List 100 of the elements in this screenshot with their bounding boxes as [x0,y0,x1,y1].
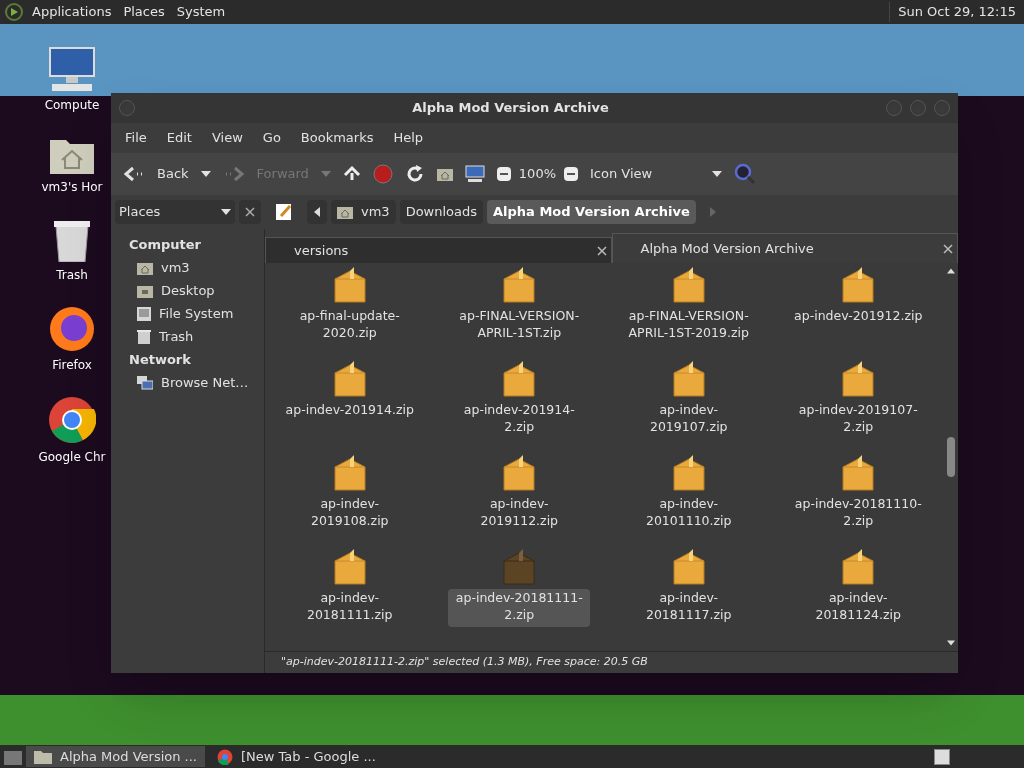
menu-item[interactable]: File [115,128,157,148]
browser-logo-icon [49,306,95,352]
breadcrumb-left-button[interactable] [307,200,327,224]
tab[interactable]: versions [265,237,612,263]
file-name[interactable]: ap-FINAL-VERSION-APRIL-1ST-2019.zip [617,307,760,341]
file-name[interactable]: ap-indev-20181124.zip [787,589,930,623]
workspace-switcher[interactable] [934,748,950,765]
sidebar-selector[interactable]: Places [115,200,235,224]
panel-menu[interactable]: Places [123,2,165,22]
file-name[interactable]: ap-indev-20101110.zip [617,495,760,529]
panel-menu[interactable]: System [176,2,226,22]
file-name[interactable]: ap-indev-2019108.zip [278,495,421,529]
menu-item[interactable]: View [201,128,253,148]
panel-menu[interactable]: Applications [32,2,112,22]
scrollbar-thumb[interactable] [946,437,955,477]
show-desktop-icon[interactable] [4,748,22,765]
window-title: Alpha Mod Version Archive [411,99,610,118]
app-menu-logo-icon[interactable] [4,2,24,22]
back-arrow-icon [123,166,145,182]
up-arrow-icon[interactable] [342,165,361,183]
status-bar: "ap-indev-20181111-2.zip" selected (1.3 MB), Free space: 20.5 GB [265,651,958,673]
close-icon [245,207,255,217]
package-icon [670,267,707,305]
sidebar-item[interactable]: File System [129,302,264,325]
zoom-in-button[interactable] [564,167,578,181]
desktop-icon-label[interactable]: Google Chr [38,448,106,466]
taskbar-item[interactable]: [New Tab - Google ... [209,746,384,767]
network-icon [137,375,153,390]
back-button[interactable]: Back [123,164,211,184]
clock[interactable]: Sun Oct 29, 12:15 [889,2,1016,22]
home-folder-icon [337,205,353,219]
menu-item[interactable]: Edit [156,128,202,148]
package-icon [501,361,538,399]
close-button[interactable] [239,200,261,224]
package-icon [840,549,877,587]
scroll-up-arrow-icon[interactable] [946,267,955,275]
folder-icon [137,283,153,298]
sidebar-item[interactable]: Desktop [129,279,264,302]
sidebar-heading: Network [129,350,192,369]
desktop-icon-label[interactable]: Firefox [52,356,92,374]
caret-icon[interactable] [200,169,211,179]
search-icon[interactable] [734,163,757,185]
taskbar-item[interactable]: Alpha Mod Version ... [26,746,205,767]
package-icon [331,361,368,399]
file-name[interactable]: ap-indev-201912.zip [787,307,930,324]
file-name[interactable]: ap-indev-20181111.zip [278,589,421,623]
package-icon [501,549,538,587]
sidebar-item[interactable]: vm3 [129,256,264,279]
caret-icon[interactable] [221,207,231,217]
zoom-level: 100% [517,165,557,184]
file-name[interactable]: ap-indev-201914-2.zip [448,401,591,435]
desktop-icon-label[interactable]: Trash [56,266,88,284]
file-name[interactable]: ap-indev-2019107.zip [617,401,760,435]
file-name[interactable]: ap-FINAL-VERSION-APRIL-1ST.zip [448,307,591,341]
close-icon[interactable] [943,243,953,254]
file-name[interactable]: ap-indev-2019112.zip [448,495,591,529]
package-icon [331,549,368,587]
breadcrumb-button[interactable]: vm3 [331,200,396,224]
file-name[interactable]: ap-indev-20181110-2.zip [787,495,930,529]
browser-logo-icon [217,748,233,765]
scroll-down-arrow-icon[interactable] [946,639,955,647]
package-icon [840,361,877,399]
file-name[interactable]: ap-final-update-2020.zip [278,307,421,341]
sidebar-item[interactable]: Browse Net… [129,371,264,394]
view-selector[interactable]: Icon View [590,164,723,184]
package-icon [331,267,368,305]
package-icon [501,267,538,305]
package-icon [670,361,707,399]
file-name[interactable]: ap-indev-20181117.zip [617,589,760,623]
file-name[interactable]: ap-indev-201914.zip [278,401,421,418]
package-icon [670,455,707,493]
file-name[interactable]: ap-indev-20181111-2.zip [448,589,591,627]
package-icon [840,267,877,305]
computer-icon [48,46,96,92]
sidebar-item[interactable]: Trash [129,325,264,348]
drive-icon [137,306,151,321]
home-folder-icon [137,260,153,275]
reload-icon[interactable] [404,164,425,184]
file-name[interactable]: ap-indev-2019107-2.zip [787,401,930,435]
desktop-icon-label[interactable]: vm3's Hor [41,178,103,196]
desktop-icon-label[interactable]: Compute [44,96,100,114]
menu-item[interactable]: Help [383,128,434,148]
left-arrow-icon [312,207,322,217]
close-icon[interactable] [596,245,607,256]
caret-icon[interactable] [712,169,723,179]
home-folder-icon [436,167,453,181]
menu-item[interactable]: Bookmarks [290,128,384,148]
sidebar-heading: Computer [129,235,203,254]
package-icon [840,455,877,493]
menu-item[interactable]: Go [252,128,291,148]
zoom-out-button[interactable] [496,167,511,181]
folder-icon [34,749,52,764]
package-icon [670,549,707,587]
package-icon [331,455,368,493]
computer-icon[interactable] [464,165,485,183]
trash-icon [52,218,92,262]
breadcrumb-button[interactable]: Downloads [399,200,484,224]
package-icon [501,455,538,493]
breadcrumb-button[interactable]: Alpha Mod Version Archive [487,200,696,224]
tab[interactable]: Alpha Mod Version Archive [611,233,958,263]
